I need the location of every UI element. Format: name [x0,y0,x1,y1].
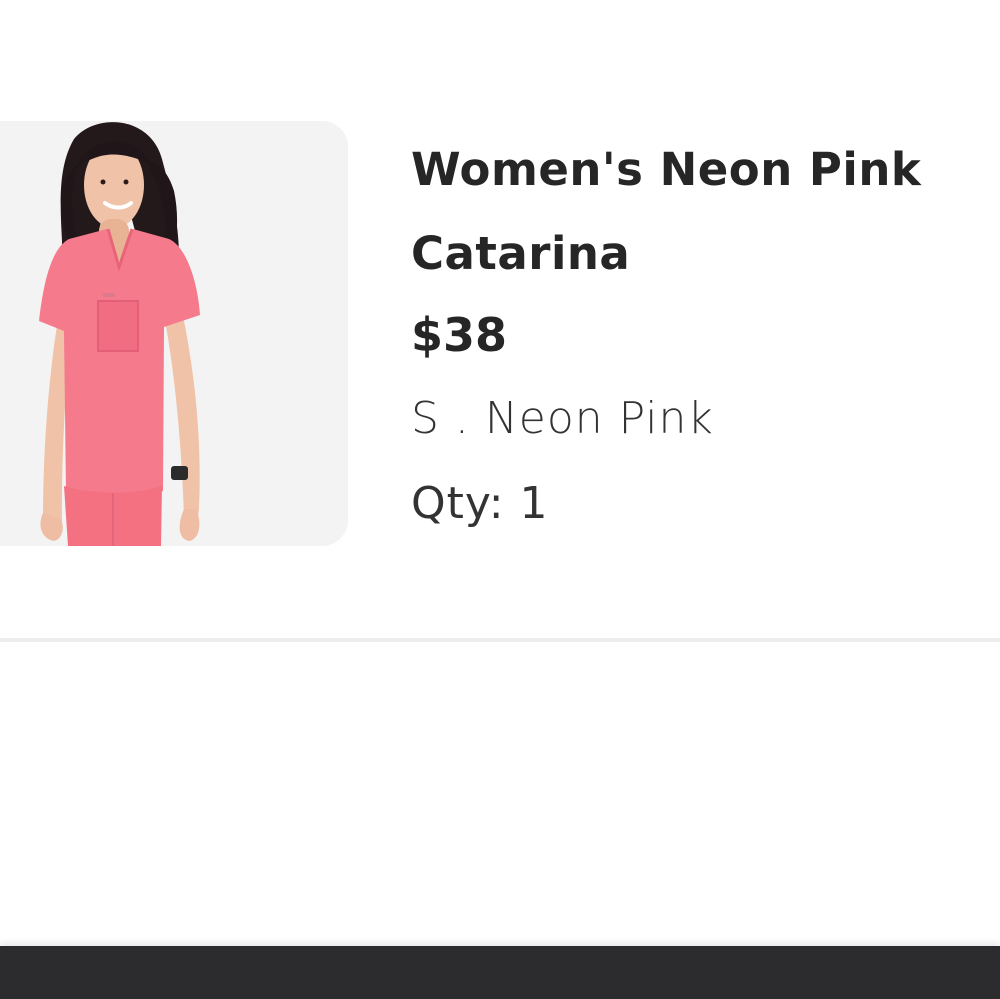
cart-screen: Women's Neon Pink Catarina $38 S . Neon … [0,0,1000,999]
product-image[interactable] [0,121,348,546]
bottom-navigation-bar [0,946,1000,999]
product-quantity[interactable]: Qty: 1 [411,464,1000,544]
product-photo-icon [0,121,348,546]
product-price: $38 [411,308,508,362]
cart-item[interactable]: Women's Neon Pink Catarina $38 S . Neon … [0,0,1000,640]
product-title[interactable]: Women's Neon Pink Catarina [411,128,1000,296]
product-variant: S . Neon Pink [411,393,714,444]
product-details: Women's Neon Pink Catarina $38 S . Neon … [411,128,1000,544]
section-divider [0,638,1000,642]
